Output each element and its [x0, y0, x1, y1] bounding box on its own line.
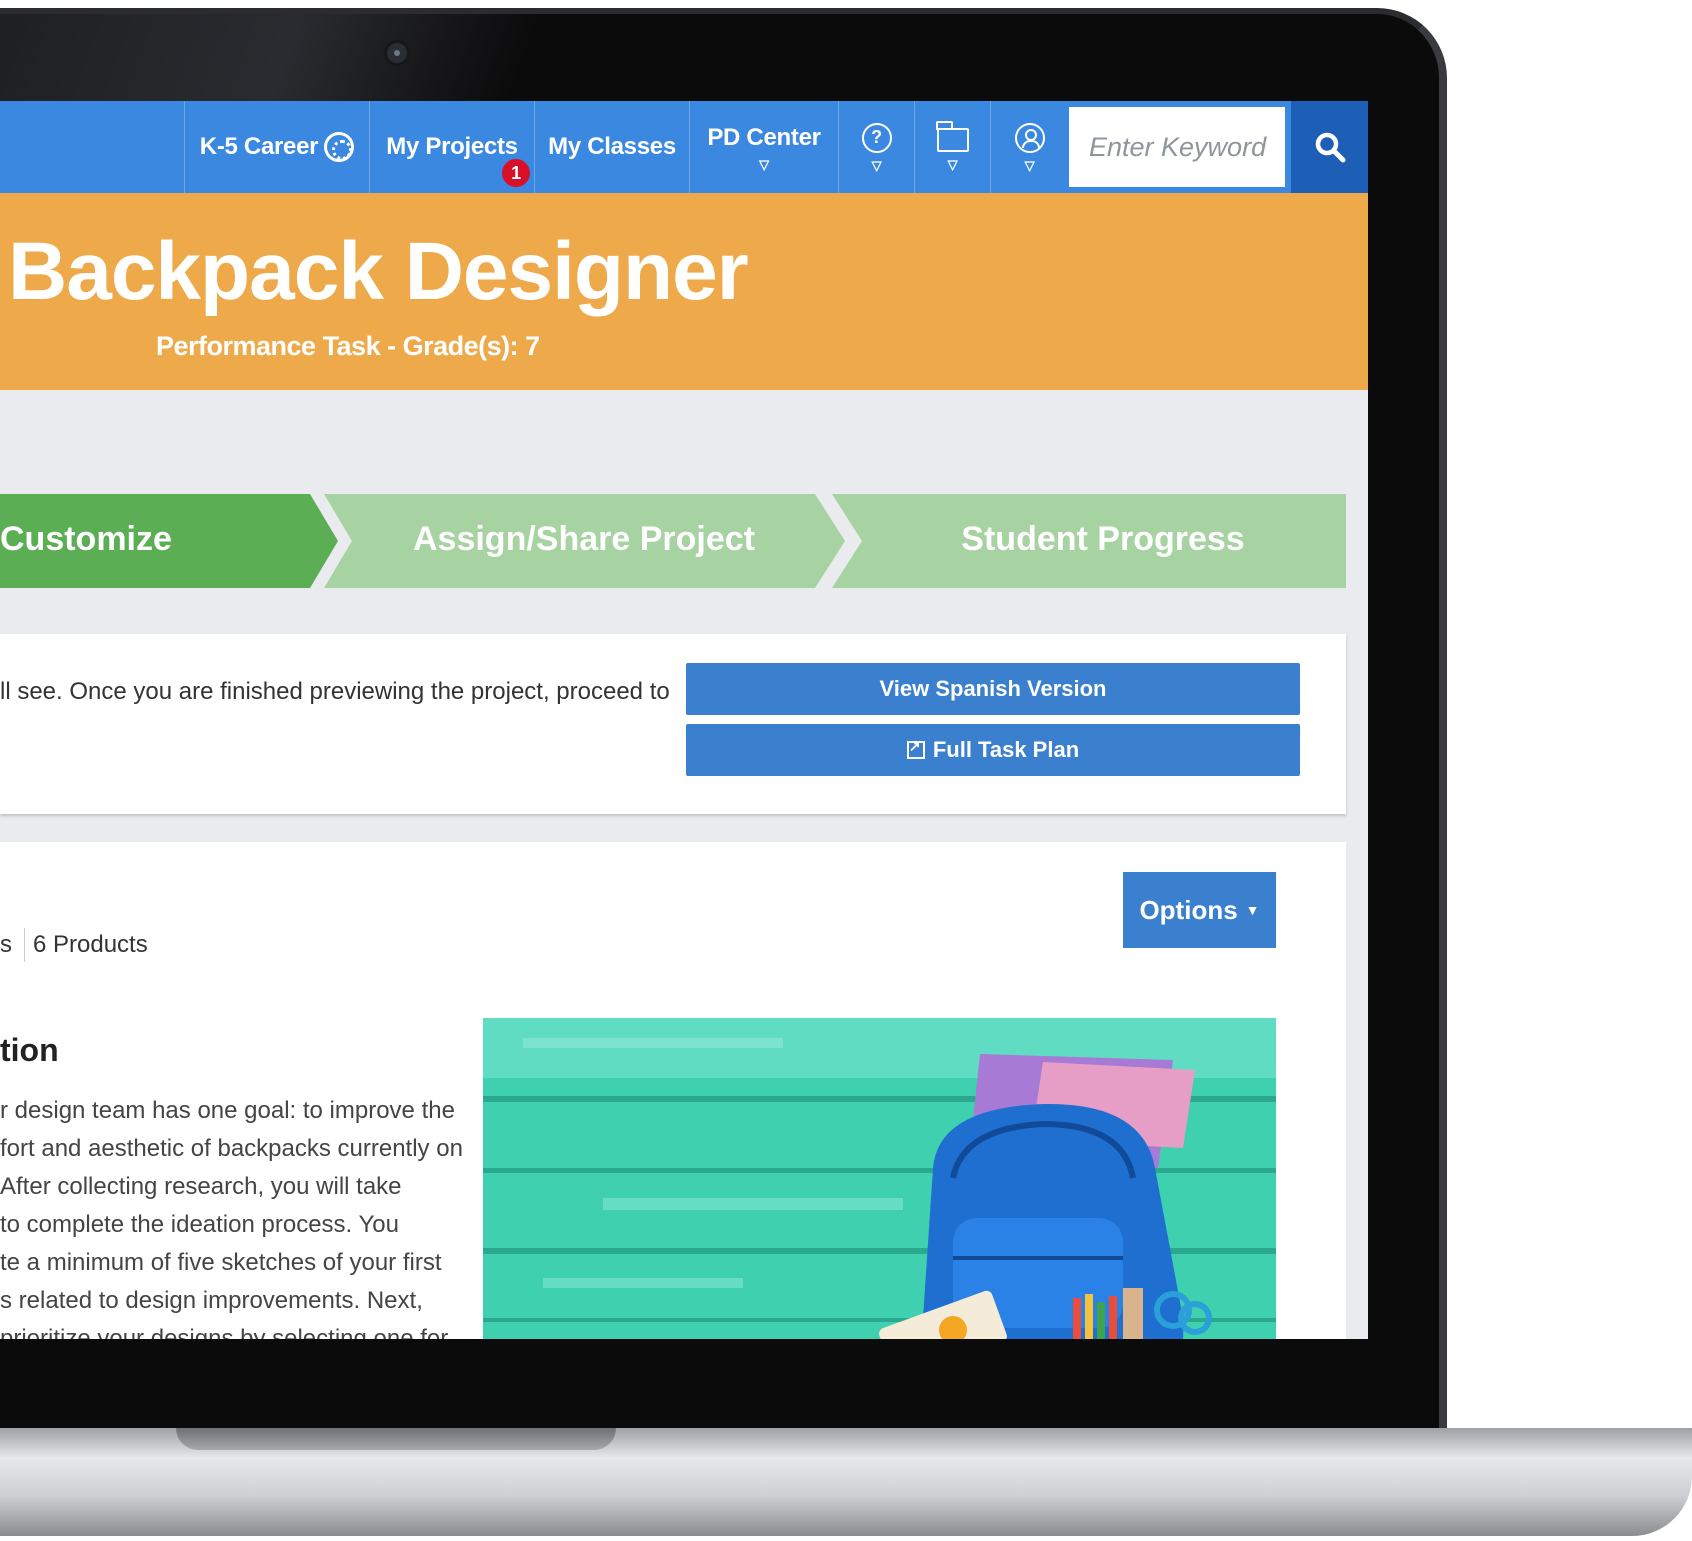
help-icon: ? — [861, 122, 892, 153]
notification-badge: 1 — [500, 157, 532, 189]
view-spanish-version-label: View Spanish Version — [879, 676, 1107, 701]
user-icon — [1014, 122, 1045, 153]
search-icon — [1315, 132, 1345, 163]
laptop-base-notch — [176, 1428, 616, 1450]
step-assign-share-label: Assign/Share Project — [413, 520, 755, 558]
nav-user-menu[interactable]: ▽ — [990, 101, 1068, 193]
description-line: s related to design improvements. Next, — [0, 1287, 423, 1314]
nav-k5-career[interactable]: K-5 Career — [184, 101, 369, 193]
step-customize[interactable]: Customize — [0, 494, 338, 588]
step-student-progress-label: Student Progress — [961, 520, 1244, 558]
project-banner: Backpack Designer Performance Task - Gra… — [0, 193, 1368, 390]
meta-count: s — [0, 931, 12, 958]
description-line: prioritize your designs by selecting one… — [0, 1325, 449, 1339]
description-line: After collecting research, you will take — [0, 1173, 402, 1200]
options-label: Options — [1139, 894, 1238, 925]
nav-k5-career-label: K-5 Career — [199, 133, 319, 160]
page-title: Backpack Designer — [8, 226, 749, 317]
step-assign-share[interactable]: Assign/Share Project — [324, 494, 845, 588]
chevron-down-icon: ▽ — [871, 157, 882, 173]
full-task-plan-label: Full Task Plan — [932, 737, 1080, 762]
description-line: r design team has one goal: to improve t… — [0, 1097, 455, 1124]
options-dropdown-button[interactable]: Options ▼ — [1123, 872, 1276, 948]
chevron-down-icon: ▽ — [947, 156, 958, 172]
page-subtitle: Performance Task - Grade(s): 7 — [156, 331, 540, 361]
folder-icon — [936, 120, 969, 152]
nav-pd-center-label: PD Center — [707, 123, 821, 151]
top-navbar: K-5 Career My Projects 1 My Classes PD C… — [0, 101, 1368, 193]
description-line: to complete the ideation process. You — [0, 1211, 399, 1238]
project-description: r design team has one goal: to improve t… — [0, 1092, 463, 1339]
search-input[interactable] — [1089, 131, 1279, 163]
view-spanish-version-button[interactable]: View Spanish Version — [686, 663, 1300, 715]
preview-info-card: ll see. Once you are finished previewing… — [0, 634, 1346, 814]
screen: K-5 Career My Projects 1 My Classes PD C… — [0, 101, 1368, 1339]
webcam-icon — [384, 40, 410, 66]
preview-instructions: ll see. Once you are finished previewing… — [0, 678, 670, 705]
backpack-photo — [483, 1018, 1276, 1339]
project-overview: Options ▼ s 6 Products tion r design tea… — [0, 842, 1346, 1339]
nav-my-projects[interactable]: My Projects 1 — [369, 101, 534, 193]
bezel-reflection — [0, 14, 541, 110]
project-meta: s 6 Products — [0, 928, 148, 962]
meta-divider — [24, 928, 25, 962]
step-customize-label: Customize — [0, 520, 172, 558]
caret-down-icon: ▼ — [1245, 902, 1260, 918]
search-button[interactable] — [1291, 101, 1368, 193]
nav-help-menu[interactable]: ? ▽ — [838, 101, 914, 193]
chevron-down-icon: ▽ — [1024, 157, 1035, 173]
step-student-progress[interactable]: Student Progress — [832, 494, 1346, 588]
nav-folder-menu[interactable]: ▽ — [914, 101, 990, 193]
nav-my-classes[interactable]: My Classes — [534, 101, 689, 193]
career-wheel-icon — [324, 132, 355, 162]
description-line: te a minimum of five sketches of your fi… — [0, 1249, 442, 1276]
products-count: 6 Products — [33, 931, 148, 958]
search-box — [1069, 107, 1285, 187]
description-line: fort and aesthetic of backpacks currentl… — [0, 1135, 463, 1162]
section-heading: tion — [0, 1032, 59, 1068]
nav-pd-center[interactable]: PD Center ▽ — [689, 101, 838, 193]
step-progress: Customize Assign/Share Project Student P… — [0, 494, 1346, 588]
external-link-icon — [906, 738, 925, 759]
chevron-down-icon: ▽ — [759, 156, 769, 172]
full-task-plan-button[interactable]: Full Task Plan — [686, 724, 1300, 776]
nav-my-classes-label: My Classes — [548, 133, 676, 160]
nav-my-projects-label: My Projects — [386, 133, 518, 160]
